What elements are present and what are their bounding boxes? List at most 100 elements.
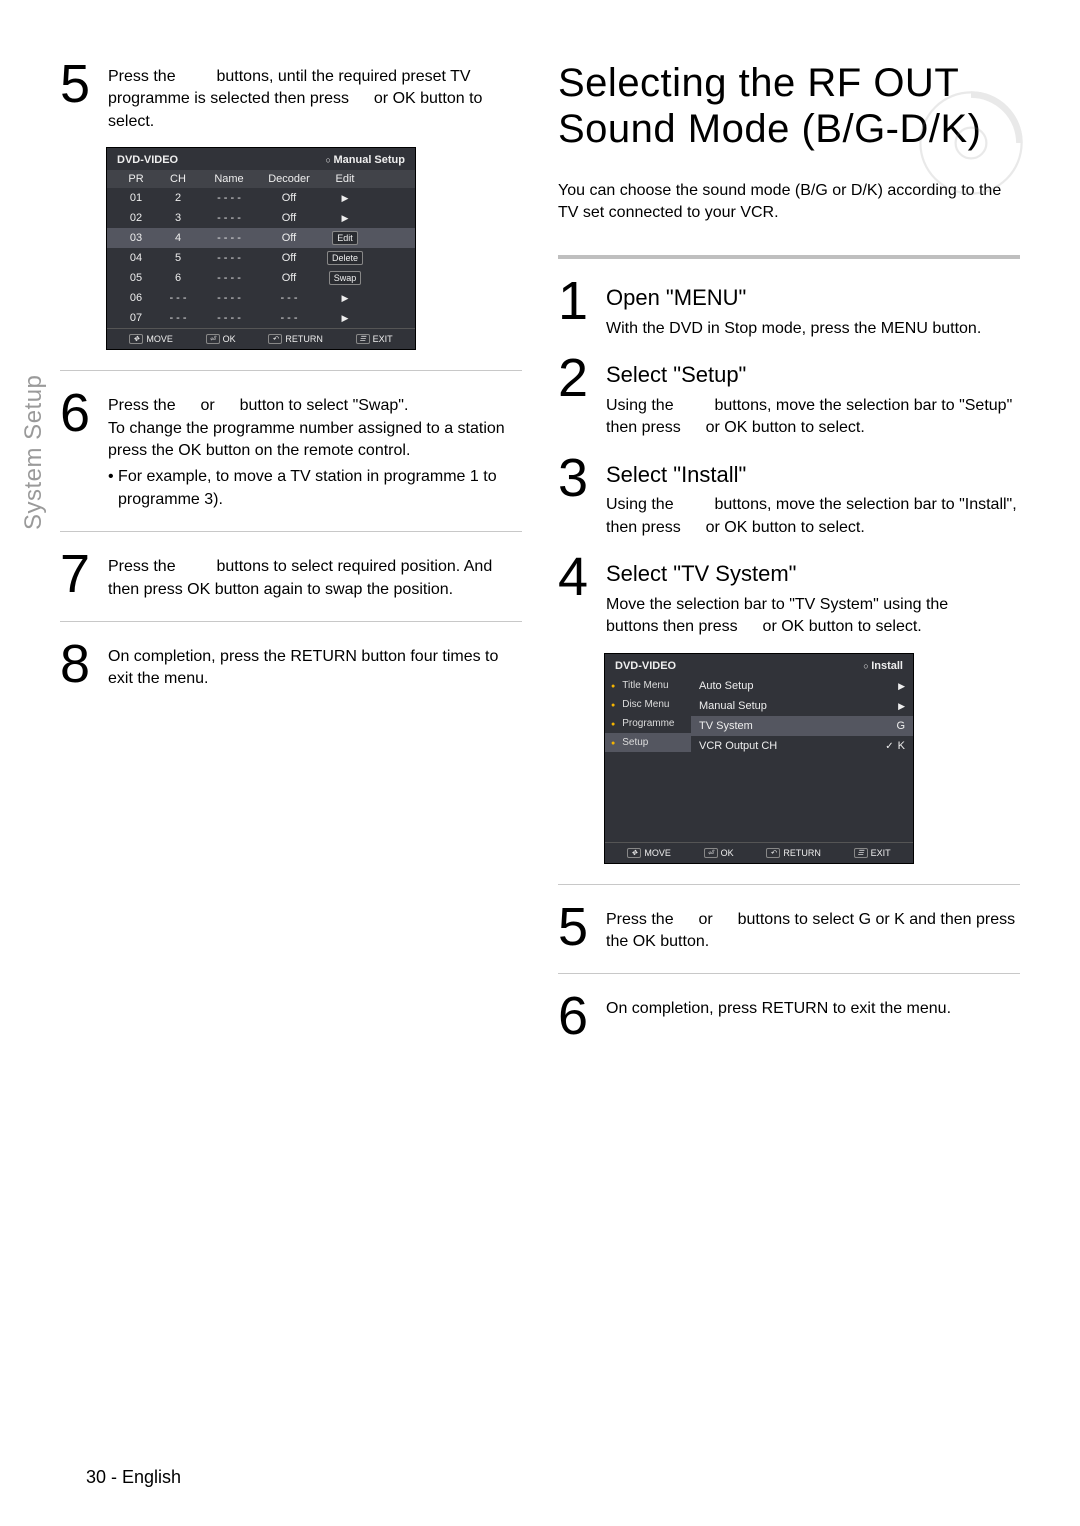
osd-rows: 012- - - -Off023- - - -Off034- - - -OffE…	[107, 188, 415, 328]
step-3: 3 Select "Install" Using the buttons, mo…	[558, 454, 1020, 540]
step-text: Select "Install" Using the buttons, move…	[606, 454, 1020, 540]
move-icon: ✥	[627, 848, 641, 858]
step-text: On completion, press the RETURN button f…	[108, 640, 522, 691]
step-text: On completion, press RETURN to exit the …	[606, 992, 1020, 1041]
arrow-right-icon	[342, 212, 349, 224]
page-footer: 30 - English	[86, 1467, 181, 1488]
text: Press the	[606, 911, 678, 928]
step-text: Select "Setup" Using the buttons, move t…	[606, 354, 1020, 440]
osd-title-left: DVD-VIDEO	[117, 154, 178, 166]
sidebar-item: Programme	[605, 714, 691, 733]
sidebar-item: Title Menu	[605, 676, 691, 695]
cell-name: - - - -	[199, 252, 259, 264]
cell-name: - - - -	[199, 212, 259, 224]
osd-row: 056- - - -OffSwap	[107, 268, 415, 288]
col-pr: PR	[115, 173, 157, 185]
foot-ok: ⏎OK	[206, 334, 236, 344]
osd-row: 07- - -- - - -- - -	[107, 308, 415, 328]
osd-columns: PR CH Name Decoder Edit	[107, 170, 415, 188]
install-row: TV SystemG	[691, 716, 913, 736]
foot-exit: ☰EXIT	[854, 848, 891, 858]
sidebar-label: Title Menu	[622, 680, 668, 691]
blank-icon	[685, 519, 701, 536]
return-icon: ↶	[268, 334, 282, 344]
bullet-icon	[611, 680, 618, 691]
cell-name: - - - -	[199, 292, 259, 304]
left-column: 5 Press the buttons, until the required …	[60, 60, 522, 1055]
col-ch: CH	[157, 173, 199, 185]
step-text: Select "TV System" Move the selection ba…	[606, 553, 1020, 639]
text: button to select "Swap".	[235, 397, 408, 414]
bullet-icon	[611, 737, 618, 748]
text: or OK button to select.	[758, 618, 922, 635]
cell-name: - - - -	[199, 192, 259, 204]
blank-icon	[219, 397, 235, 414]
col-name: Name	[199, 173, 259, 185]
step-5b: 5 Press the or buttons to select G or K …	[558, 903, 1020, 954]
cell-name: - - - -	[199, 272, 259, 284]
cell-decoder: - - -	[259, 292, 319, 304]
exit-icon: ☰	[356, 334, 370, 344]
blank-icon	[742, 618, 758, 635]
page-number: 30	[86, 1467, 106, 1487]
move-icon: ✥	[129, 334, 143, 344]
step-heading: Open "MENU"	[606, 283, 1020, 314]
install-row: Manual Setup	[691, 696, 913, 716]
row-label: VCR Output CH	[699, 740, 777, 752]
row-label: Manual Setup	[699, 700, 767, 712]
sidebar-label: Disc Menu	[622, 699, 669, 710]
cell-ch: 2	[157, 192, 199, 204]
osd-row: 06- - -- - - -- - -	[107, 288, 415, 308]
foot-exit: ☰EXIT	[356, 334, 393, 344]
return-icon: ↶	[766, 848, 780, 858]
cell-decoder: Off	[259, 212, 319, 224]
foot-return: ↶RETURN	[268, 334, 323, 344]
blank-icon	[180, 397, 196, 414]
step-text: Press the or button to select "Swap". To…	[108, 389, 522, 511]
step-5: 5 Press the buttons, until the required …	[60, 60, 522, 133]
cell-ch: - - -	[157, 312, 199, 324]
step-text: Press the buttons to select required pos…	[108, 550, 522, 601]
cell-ch: 6	[157, 272, 199, 284]
osd-row: 012- - - -Off	[107, 188, 415, 208]
text: or OK button to select.	[701, 519, 865, 536]
sidebar-item: Disc Menu	[605, 695, 691, 714]
osd-body: Title Menu Disc Menu Programme Setup Auto S…	[605, 676, 913, 842]
step-6b: 6 On completion, press RETURN to exit th…	[558, 992, 1020, 1041]
step-6: 6 Press the or button to select "Swap". …	[60, 389, 522, 511]
cell-decoder: - - -	[259, 312, 319, 324]
sidebar-item: Setup	[605, 733, 691, 752]
language: English	[122, 1467, 181, 1487]
blank-icon	[180, 558, 212, 575]
step-7: 7 Press the buttons to select required p…	[60, 550, 522, 601]
blank-icon	[678, 397, 710, 414]
step-4: 4 Select "TV System" Move the selection …	[558, 553, 1020, 639]
divider-thick	[558, 255, 1020, 259]
ok-icon: ⏎	[206, 334, 220, 344]
osd-header: DVD-VIDEO ○ Manual Setup	[107, 148, 415, 170]
step-heading: Select "Setup"	[606, 360, 1020, 391]
step-number: 5	[60, 60, 108, 133]
osd-row: 045- - - -OffDelete	[107, 248, 415, 268]
cell-pr: 06	[115, 292, 157, 304]
sidebar-label: Setup	[622, 737, 648, 748]
edit-badge: Edit	[332, 231, 358, 245]
cell-decoder: Off	[259, 232, 319, 244]
step-text: Open "MENU" With the DVD in Stop mode, p…	[606, 277, 1020, 340]
osd-title-left: DVD-VIDEO	[615, 660, 676, 672]
cell-pr: 01	[115, 192, 157, 204]
blank-icon	[678, 496, 710, 513]
step-8: 8 On completion, press the RETURN button…	[60, 640, 522, 691]
disc-icon	[916, 88, 1026, 198]
title-line-1: Selecting the RF OUT	[558, 61, 959, 105]
osd-row: 023- - - -Off	[107, 208, 415, 228]
step-number: 2	[558, 354, 606, 440]
cell-pr: 07	[115, 312, 157, 324]
install-row: Auto Setup	[691, 676, 913, 696]
osd-title-right: ○ Install	[863, 660, 903, 672]
cell-pr: 04	[115, 252, 157, 264]
divider	[60, 621, 522, 622]
step-number: 6	[60, 389, 108, 511]
step-number: 5	[558, 903, 606, 954]
text: Using the	[606, 397, 678, 414]
